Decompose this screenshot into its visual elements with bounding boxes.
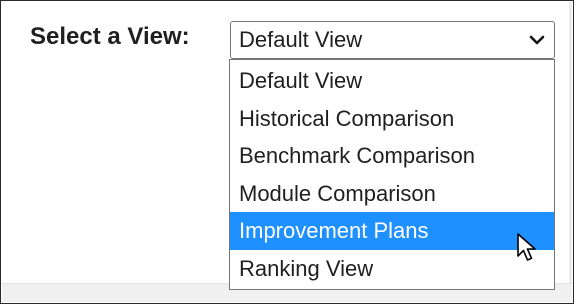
view-options-list: Default View Historical Comparison Bench…	[229, 59, 555, 290]
option-improvement-plans[interactable]: Improvement Plans	[230, 212, 554, 250]
option-historical-comparison[interactable]: Historical Comparison	[230, 100, 554, 138]
chevron-down-icon	[529, 35, 545, 45]
view-select-dropdown[interactable]: Default View	[230, 21, 555, 59]
option-module-comparison[interactable]: Module Comparison	[230, 175, 554, 213]
option-default-view[interactable]: Default View	[230, 62, 554, 100]
option-benchmark-comparison[interactable]: Benchmark Comparison	[230, 137, 554, 175]
scrollbar-edge	[569, 2, 572, 285]
selected-view-value: Default View	[239, 27, 363, 52]
option-ranking-view[interactable]: Ranking View	[230, 250, 554, 288]
select-view-label: Select a View:	[30, 23, 190, 50]
